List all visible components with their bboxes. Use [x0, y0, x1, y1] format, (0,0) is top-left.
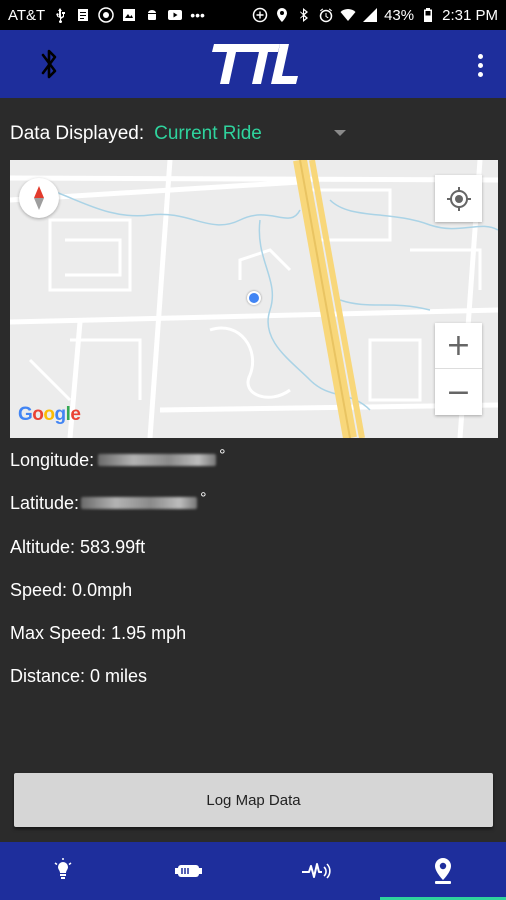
android-icon	[144, 7, 160, 23]
bluetooth-button[interactable]	[34, 48, 64, 80]
zoom-in-button[interactable]: +	[435, 323, 482, 369]
nav-map-tab[interactable]	[380, 842, 506, 900]
wifi-icon	[340, 7, 356, 23]
menu-dot	[477, 62, 483, 68]
latitude-degree: °	[200, 490, 207, 507]
dropdown-caret-icon[interactable]	[334, 130, 346, 136]
compass-icon	[34, 186, 44, 210]
bluetooth-icon	[41, 49, 57, 79]
youtube-icon	[167, 7, 183, 23]
battery-percent: 43%	[384, 6, 415, 24]
zoom-out-button[interactable]: −	[435, 369, 482, 415]
battery-icon	[420, 7, 436, 23]
overflow-menu-button[interactable]	[468, 50, 492, 80]
longitude-row: Longitude: °	[10, 447, 226, 472]
compass-button[interactable]	[19, 178, 59, 218]
alarm-icon	[318, 7, 334, 23]
document-icon	[75, 7, 91, 23]
app-bar	[0, 30, 506, 98]
latitude-row: Latitude: °	[10, 490, 207, 515]
usb-icon	[52, 7, 68, 23]
max-speed-text: Max Speed: 1.95 mph	[10, 622, 187, 643]
selector-label: Data Displayed:	[10, 123, 145, 144]
settings-circle-icon	[98, 7, 114, 23]
map-view[interactable]: + − Google	[10, 160, 498, 438]
google-letter: e	[70, 404, 81, 425]
data-saver-icon	[252, 7, 268, 23]
zoom-controls: + −	[435, 323, 482, 415]
longitude-label: Longitude:	[10, 449, 95, 470]
altitude-text: Altitude: 583.99ft	[10, 536, 146, 557]
my-location-button[interactable]	[435, 175, 482, 222]
google-letter: o	[43, 404, 55, 425]
nav-battery-tab[interactable]	[126, 842, 252, 900]
selector-value[interactable]: Current Ride	[154, 123, 262, 145]
current-location-marker	[247, 291, 261, 305]
longitude-degree: °	[219, 447, 226, 464]
google-letter: o	[32, 404, 44, 425]
battery-device-icon	[175, 865, 202, 877]
map-pin-icon	[435, 858, 451, 884]
nav-activity-tab[interactable]	[253, 842, 379, 900]
image-icon	[121, 7, 137, 23]
more-notifications-icon: •••	[190, 7, 205, 23]
log-map-data-button[interactable]: Log Map Data	[14, 773, 493, 827]
bluetooth-status-icon	[296, 7, 312, 23]
my-location-icon	[446, 186, 471, 211]
speed-text: Speed: 0.0mph	[10, 579, 133, 600]
google-letter: g	[54, 404, 67, 425]
signal-icon	[362, 7, 378, 23]
menu-dot	[477, 71, 483, 77]
google-letter: G	[18, 404, 33, 425]
light-bulb-icon	[54, 858, 72, 879]
bottom-navigation	[0, 842, 506, 900]
data-displayed-selector[interactable]: Data Displayed: Current Ride	[10, 120, 360, 148]
status-bar: AT&T ••• 43% 2:31 PM	[0, 0, 506, 30]
carrier-label: AT&T	[8, 6, 46, 24]
menu-dot	[477, 53, 483, 59]
longitude-redacted-value	[98, 454, 217, 466]
nav-lights-tab[interactable]	[0, 842, 126, 900]
vibration-pulse-icon	[302, 863, 331, 879]
latitude-redacted-value	[81, 497, 198, 509]
latitude-label: Latitude:	[10, 492, 80, 513]
google-logo: Google	[18, 404, 81, 426]
status-time: 2:31 PM	[442, 6, 498, 24]
app-logo	[212, 44, 298, 84]
distance-text: Distance: 0 miles	[10, 665, 148, 686]
location-icon	[274, 7, 290, 23]
